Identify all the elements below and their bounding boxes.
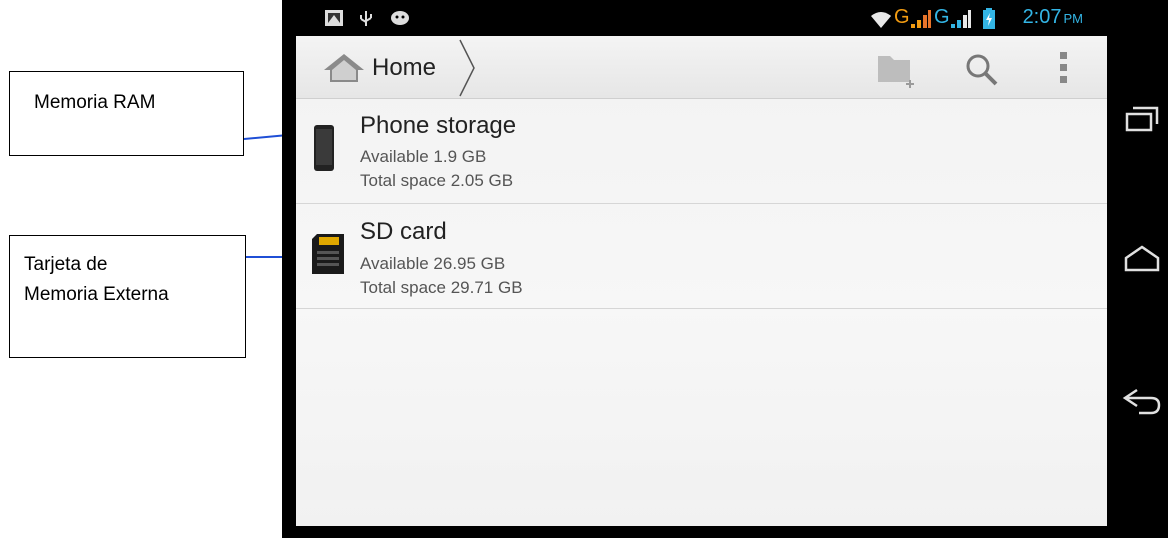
breadcrumb-home[interactable]: Home: [372, 54, 436, 82]
recent-apps-icon[interactable]: [1125, 104, 1159, 134]
callout-sd-text-line1: Tarjeta de: [24, 254, 108, 275]
network-type-1: G: [894, 6, 910, 28]
device-frame: G G 2:07 PM Home Phone storage Available…: [282, 0, 1168, 538]
usb-icon: [360, 11, 372, 26]
clock-time: 2:07: [1022, 6, 1062, 28]
status-bar: G G 2:07 PM: [296, 0, 1107, 36]
signal-strength-icon-1: [911, 10, 931, 28]
action-bar: Home: [296, 36, 1107, 99]
file-manager-screen: Home Phone storage Available 1.9 GB Tota…: [296, 36, 1107, 526]
clock: 2:07 PM: [1023, 6, 1083, 29]
back-icon[interactable]: [1121, 386, 1161, 420]
phone-storage-title: Phone storage: [360, 112, 517, 139]
gallery-notification-icon: [325, 10, 343, 26]
clock-ampm: PM: [1063, 11, 1084, 26]
callout-memoria-ram: Memoria RAM: [9, 71, 244, 156]
phone-storage-total: Total space 2.05 GB: [360, 171, 514, 190]
callout-tarjeta-memoria: Tarjeta de Memoria Externa: [9, 235, 246, 358]
breadcrumb-separator: [459, 39, 475, 97]
network-type-2: G: [934, 6, 950, 28]
battery-charging-icon: [983, 8, 995, 29]
new-folder-icon[interactable]: [876, 50, 922, 88]
search-icon[interactable]: [964, 52, 1000, 88]
sd-card-available: Available 26.95 GB: [360, 254, 506, 273]
sd-card-title: SD card: [360, 218, 447, 245]
phone-storage-available: Available 1.9 GB: [360, 147, 487, 166]
callout-ram-text: Memoria RAM: [34, 92, 156, 113]
sd-card-icon: [312, 234, 344, 274]
sd-card-total: Total space 29.71 GB: [360, 278, 523, 297]
android-debug-icon: [391, 11, 409, 25]
signal-strength-icon-2: [951, 10, 971, 28]
home-nav-icon[interactable]: [1123, 244, 1161, 274]
navigation-bar: [1107, 0, 1168, 538]
callout-sd-text-line2: Memoria Externa: [24, 284, 169, 306]
phone-icon: [314, 125, 334, 171]
wifi-icon: [871, 12, 891, 28]
home-icon[interactable]: [322, 52, 366, 84]
overflow-menu-icon[interactable]: [1058, 50, 1070, 86]
list-item-phone-storage[interactable]: Phone storage Available 1.9 GB Total spa…: [296, 99, 1107, 204]
list-item-sd-card[interactable]: SD card Available 26.95 GB Total space 2…: [296, 204, 1107, 309]
